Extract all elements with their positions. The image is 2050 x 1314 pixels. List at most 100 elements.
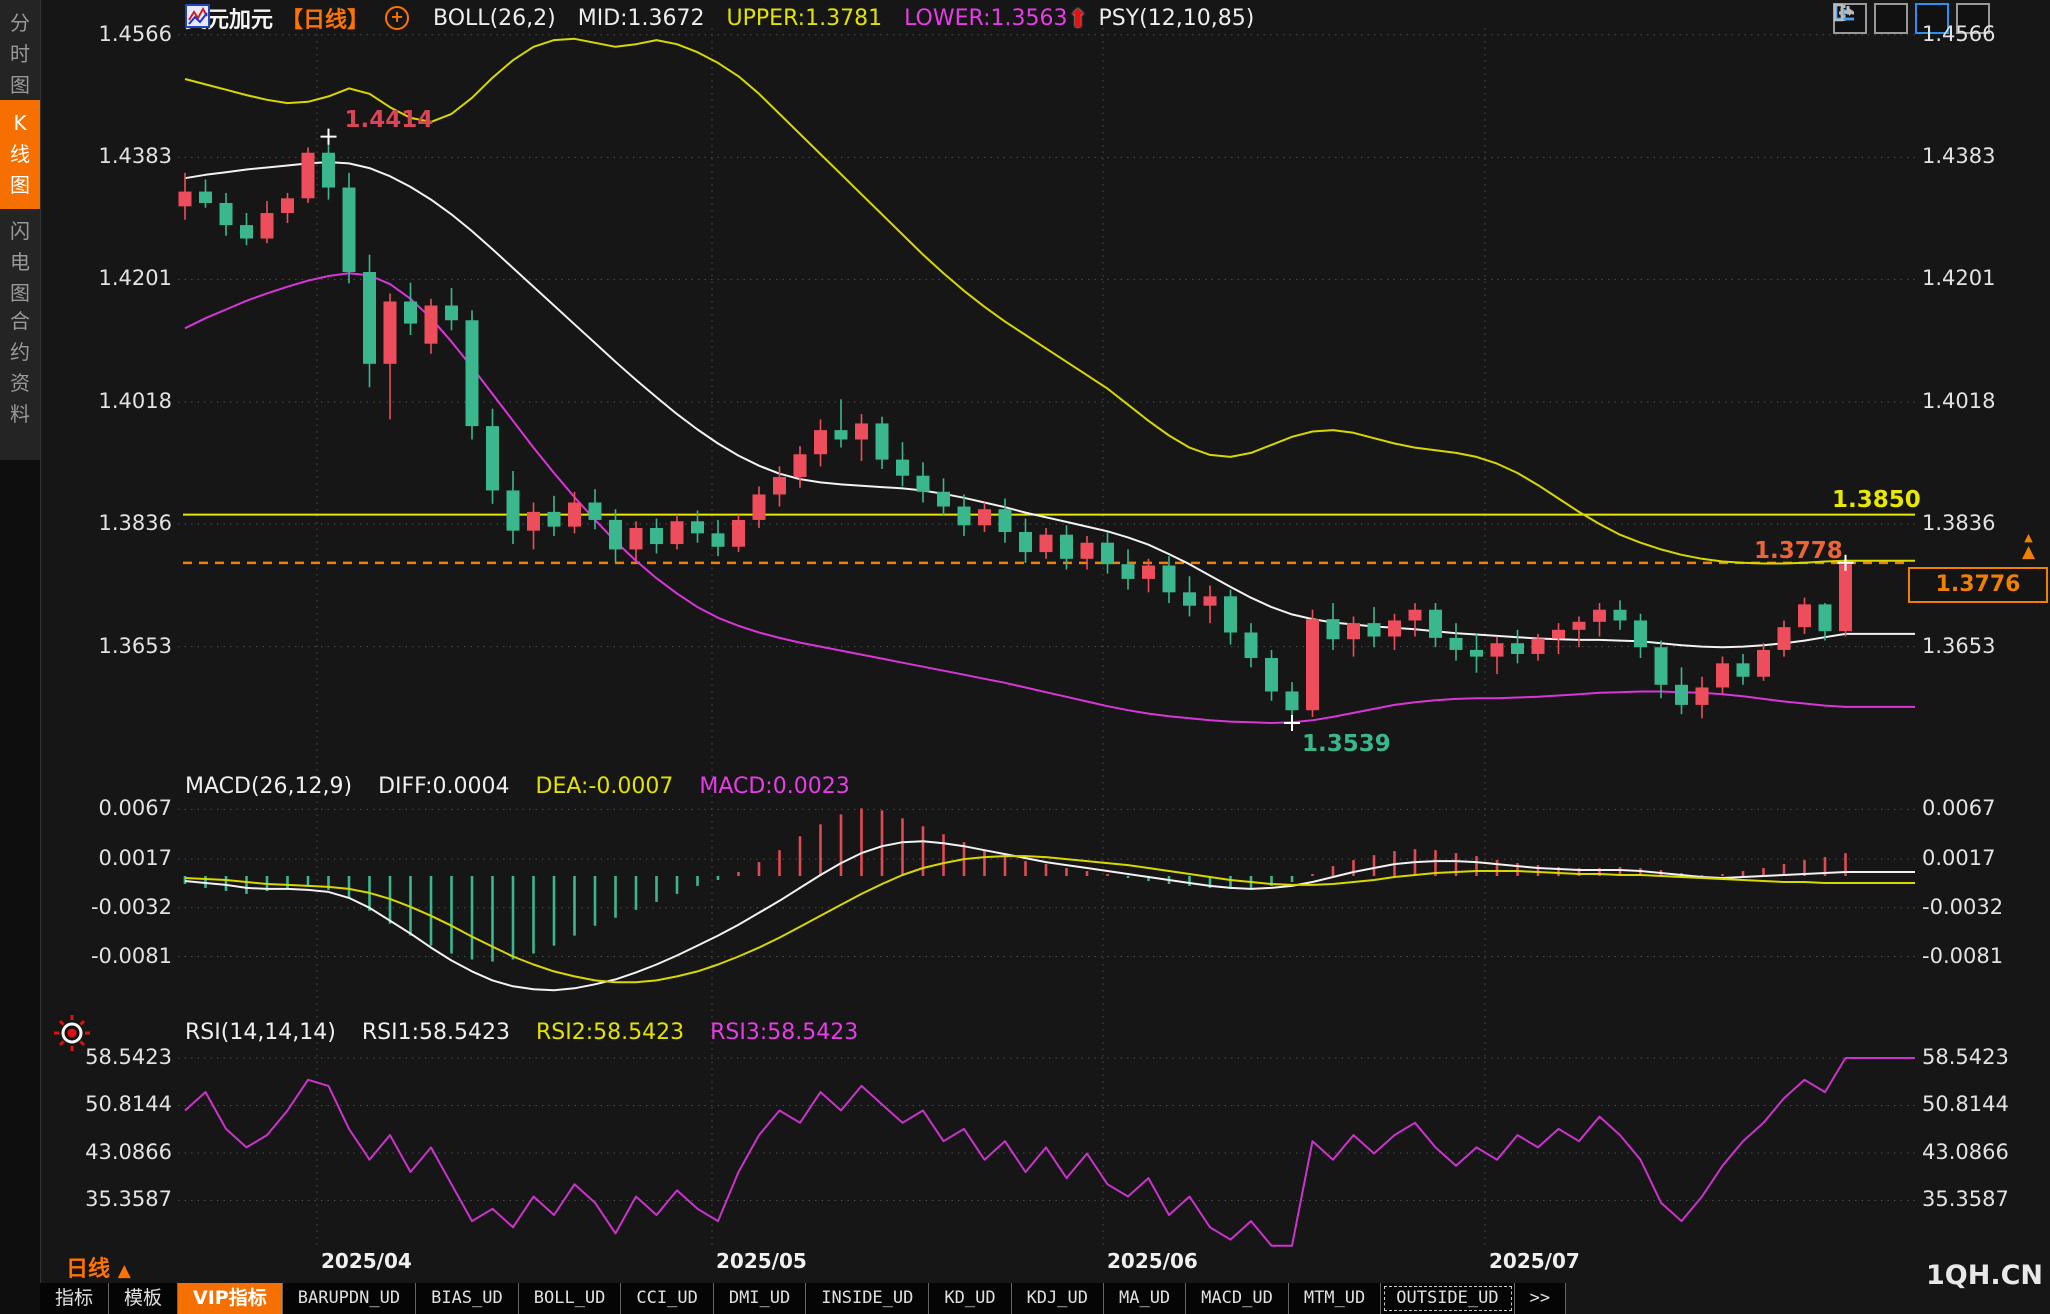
candle-body	[1265, 658, 1278, 692]
candle-body	[1614, 610, 1627, 621]
candle-body	[1040, 535, 1053, 552]
candle-body	[1696, 687, 1709, 704]
indicator-tab-kdud[interactable]: KD_UD	[929, 1283, 1011, 1314]
candle-body	[1306, 619, 1319, 710]
candle-body	[1388, 620, 1401, 636]
indicator-tab-dmiud[interactable]: DMI_UD	[714, 1283, 806, 1314]
period-selector[interactable]: 日线 ▲	[66, 1251, 131, 1283]
indicator-tab-cciud[interactable]: CCI_UD	[621, 1283, 713, 1314]
indicator-tab-mtmud[interactable]: MTM_UD	[1289, 1283, 1381, 1314]
candle-body	[609, 520, 622, 549]
candle-body	[1655, 647, 1668, 685]
main-axis-label-right: 1.3836	[1922, 511, 1995, 535]
candle-body	[1347, 623, 1360, 639]
candle-body	[1122, 564, 1135, 579]
candle-body	[794, 454, 807, 477]
indicator-tab-指标[interactable]: 指标	[40, 1283, 109, 1314]
macd-header: MACD(26,12,9) DIFF:0.0004 DEA:-0.0007 MA…	[185, 774, 850, 799]
price-up-arrows-icon: ▲▲	[2022, 531, 2035, 559]
rsi-axis-label-left: 35.3587	[40, 1187, 172, 1211]
candle-body	[1429, 610, 1442, 638]
candle-body	[835, 430, 848, 439]
candle-body	[1368, 623, 1381, 636]
rsi-axis-label-left: 43.0866	[40, 1140, 172, 1164]
main-axis-label-left: 1.4566	[40, 22, 172, 46]
rsi-axis-label-right: 43.0866	[1922, 1140, 2009, 1164]
candle-body	[1716, 663, 1729, 687]
main-axis-label-right: 1.4566	[1922, 22, 1995, 46]
candle-body	[937, 492, 950, 507]
indicator-tab-insideud[interactable]: INSIDE_UD	[806, 1283, 929, 1314]
rsi-header: RSI(14,14,14) RSI1:58.5423 RSI2:58.5423 …	[185, 1020, 858, 1045]
indicator-tab-模板[interactable]: 模板	[109, 1283, 178, 1314]
candle-body	[1183, 592, 1196, 605]
candle-body	[712, 533, 725, 546]
indicator-tab-gtgt[interactable]: >>	[1515, 1283, 1566, 1314]
chart-plot-area[interactable]	[0, 0, 2050, 1314]
macd-axis-label-right: 0.0017	[1922, 846, 1995, 870]
indicator-tab-barupdnud[interactable]: BARUPDN_UD	[283, 1283, 416, 1314]
candle-body	[281, 198, 294, 213]
candle-body	[179, 192, 192, 207]
candle-body	[1532, 639, 1545, 654]
rsi1-value: RSI1:58.5423	[362, 1020, 510, 1045]
period-label: 日线	[66, 1257, 110, 1282]
macd-axis-label-right: -0.0081	[1922, 944, 2003, 968]
candle-body	[1245, 633, 1258, 658]
macd-dea-value: DEA:-0.0007	[536, 774, 674, 799]
candle-body	[343, 188, 356, 272]
candle-body	[1634, 620, 1647, 647]
indicator-tab-maud[interactable]: MA_UD	[1104, 1283, 1186, 1314]
rsi-title[interactable]: RSI(14,14,14)	[185, 1020, 336, 1045]
candle-body	[568, 503, 581, 527]
candle-body	[1491, 643, 1504, 656]
candle-body	[1778, 627, 1791, 650]
candle-body	[240, 225, 253, 238]
main-axis-label-right: 1.4383	[1922, 144, 1995, 168]
rsi-axis-label-left: 50.8144	[40, 1092, 172, 1116]
candle-body	[671, 521, 684, 544]
indicator-tab-vip指标[interactable]: VIP指标	[178, 1283, 283, 1314]
macd-axis-label-left: -0.0032	[40, 895, 172, 919]
candle-body	[1839, 564, 1852, 631]
candle-body	[1327, 619, 1340, 639]
candle-body	[1101, 543, 1114, 564]
main-axis-label-left: 1.4018	[40, 389, 172, 413]
indicator-tab-macdud[interactable]: MACD_UD	[1186, 1283, 1289, 1314]
candle-body	[507, 490, 520, 530]
main-axis-label-right: 1.4018	[1922, 389, 1995, 413]
macd-axis-label-right: -0.0032	[1922, 895, 2003, 919]
indicator-tab-kdjud[interactable]: KDJ_UD	[1012, 1283, 1104, 1314]
macd-diff-value: DIFF:0.0004	[378, 774, 509, 799]
candle-body	[650, 528, 663, 544]
rsi2-value: RSI2:58.5423	[536, 1020, 684, 1045]
candle-body	[1450, 638, 1463, 650]
low-price-label: 1.3539	[1302, 731, 1391, 757]
main-axis-label-left: 1.4201	[40, 266, 172, 290]
candle-body	[1019, 532, 1032, 552]
macd-dea-line	[185, 856, 1915, 982]
candle-body	[1204, 596, 1217, 605]
candle-body	[958, 507, 971, 526]
candle-body	[1409, 610, 1422, 621]
candle-body	[548, 512, 561, 527]
yellow-line-price-label: 1.3850	[1832, 487, 1921, 513]
indicator-tab-biasud[interactable]: BIAS_UD	[416, 1283, 519, 1314]
candle-body	[691, 521, 704, 533]
indicator-tab-bollud[interactable]: BOLL_UD	[519, 1283, 622, 1314]
candle-body	[589, 503, 602, 520]
candle-body	[999, 509, 1012, 532]
candle-body	[876, 423, 889, 459]
x-axis-month-label: 2025/07	[1489, 1249, 1580, 1273]
macd-axis-label-right: 0.0067	[1922, 796, 1995, 820]
candle-body	[486, 426, 499, 490]
x-axis-month-label: 2025/06	[1107, 1249, 1198, 1273]
candle-body	[425, 306, 438, 344]
x-axis-month-label: 2025/05	[716, 1249, 807, 1273]
macd-title[interactable]: MACD(26,12,9)	[185, 774, 352, 799]
candle-body	[1060, 535, 1073, 559]
candle-body	[732, 520, 745, 547]
indicator-tab-outsideud[interactable]: OUTSIDE_UD	[1381, 1283, 1514, 1314]
candle-body	[773, 477, 786, 494]
boll-upper-line	[185, 39, 1915, 564]
